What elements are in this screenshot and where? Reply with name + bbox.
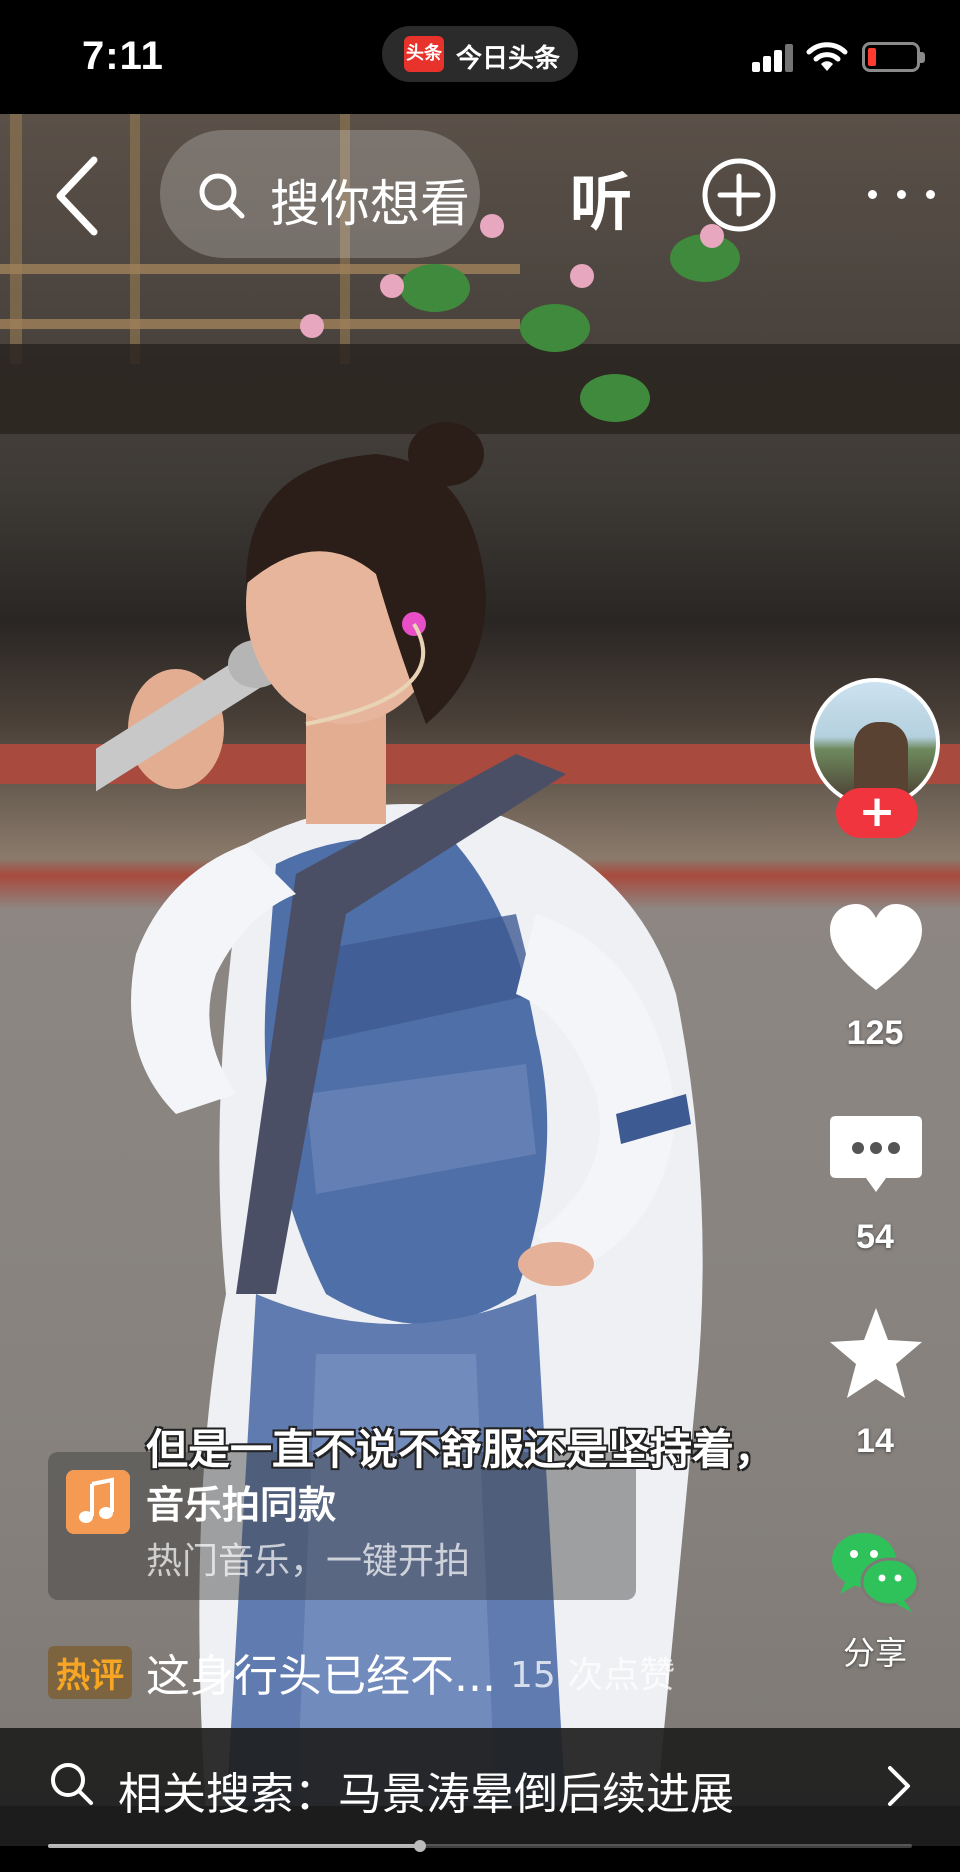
wechat-share-icon[interactable] [826, 1520, 926, 1620]
video-progress-bar[interactable] [48, 1840, 912, 1852]
wifi-icon [806, 42, 848, 71]
clock: 7:11 [82, 34, 164, 78]
hot-comment[interactable]: 热评 这身行头已经不... 15 次点赞 [48, 1640, 676, 1702]
cellular-signal-icon [752, 44, 794, 72]
app-logo: 头条 [404, 36, 444, 72]
follow-button[interactable]: + [836, 788, 918, 838]
lotus-leaf [520, 304, 590, 352]
hot-comment-text: 这身行头已经不... [146, 1651, 496, 1702]
hot-comment-tag: 热评 [48, 1645, 132, 1699]
battery-icon [862, 42, 925, 72]
search-icon [199, 173, 245, 219]
music-card-title: 音乐拍同款 [146, 1483, 337, 1527]
lotus-flower [570, 264, 594, 288]
comment-count: 54 [856, 1218, 894, 1256]
battery-level [868, 48, 876, 66]
comment-bubble-icon[interactable] [826, 1110, 926, 1210]
lotus-leaf [400, 264, 470, 312]
chevron-left-icon[interactable] [50, 154, 104, 238]
more-dots-icon[interactable] [866, 186, 938, 202]
lotus-flower [300, 314, 324, 338]
hot-comment-likes: 15 次点赞 [509, 1655, 676, 1696]
music-card-subtitle: 热门音乐，一键开拍 [146, 1541, 471, 1582]
chevron-right-icon [888, 1766, 910, 1806]
app-name: 今日头条 [456, 44, 561, 74]
related-search-text: 相关搜索：马景涛晕倒后续进展 [118, 1769, 734, 1820]
status-bar: 7:11 头条 今日头条 [0, 0, 960, 114]
video-subtitle: 但是一直不说不舒服还是坚持着， [146, 1425, 777, 1474]
app-indicator-pill[interactable]: 头条 今日头条 [382, 26, 578, 82]
music-note-icon [66, 1470, 130, 1534]
like-count: 125 [846, 1014, 904, 1052]
lotus-flower [480, 214, 504, 238]
listen-button[interactable]: 听 [570, 152, 632, 242]
search-placeholder: 搜你想看 [270, 175, 470, 233]
progress-fill [48, 1844, 420, 1848]
progress-knob[interactable] [413, 1840, 426, 1852]
plus-circle-icon[interactable] [700, 156, 778, 234]
search-icon [51, 1763, 93, 1805]
share-label[interactable]: 分享 [790, 1628, 960, 1674]
like-heart-icon[interactable] [826, 900, 926, 1000]
related-search-bar[interactable]: 相关搜索：马景涛晕倒后续进展 [0, 1728, 960, 1846]
star-favorite-icon[interactable] [826, 1304, 926, 1404]
scenery-beam [0, 319, 520, 329]
favorite-count: 14 [856, 1422, 894, 1460]
search-bar[interactable]: 搜你想看 [160, 130, 480, 258]
lotus-flower [380, 274, 404, 298]
